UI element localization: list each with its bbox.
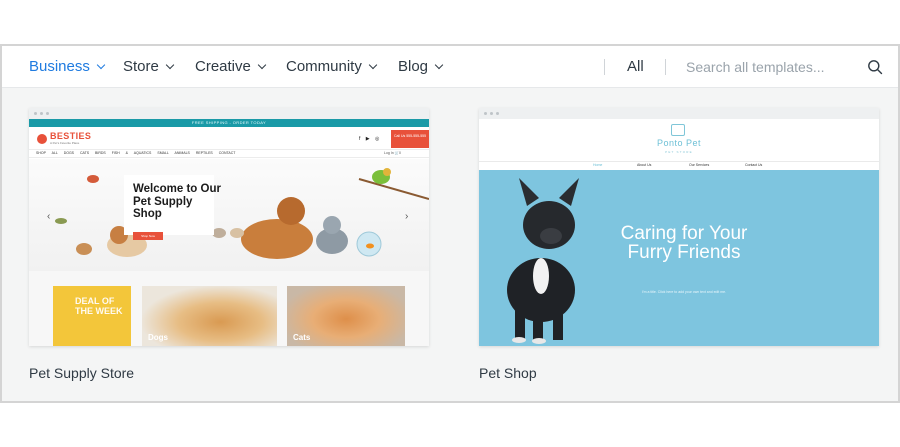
preview-logo: Ponto Pet	[656, 138, 702, 148]
nav-item-label: Community	[286, 58, 362, 75]
preview-hero: Caring for Your Furry Friends I'm a titl…	[479, 170, 879, 346]
hero-subtitle: I'm a title. Click here to add your own …	[641, 290, 727, 294]
tile-label: Dogs	[148, 333, 168, 342]
nav-item-blog[interactable]: Blog	[398, 58, 444, 75]
call-button: Call Us 555-555-555	[391, 130, 429, 148]
pets-illustration	[55, 168, 429, 259]
preview-hero: Welcome to Our Pet Supply Shop Shop Now …	[29, 159, 429, 271]
social-icons: f ▶ ◎	[359, 136, 382, 142]
nav-item-community[interactable]: Community	[286, 58, 378, 75]
template-thumbnail[interactable]: FREE SHIPPING - ORDER TODAY BESTIES A Pe…	[29, 108, 429, 346]
nav-item-business[interactable]: Business	[29, 58, 106, 75]
preview-menu: SHOP ALL DOGS CATS BIRDS FISH & AQUATICS…	[29, 149, 429, 158]
cats-tile: Cats	[287, 286, 405, 346]
nav-item-label: Store	[123, 58, 159, 75]
paw-logo-icon	[37, 134, 47, 144]
preview-header: BESTIES A Pet's Favorite Place f ▶ ◎ Cal…	[29, 127, 429, 149]
template-title[interactable]: Pet Shop	[479, 365, 537, 381]
hero-heading: Welcome to Our Pet Supply Shop	[133, 183, 221, 220]
preview-header: Ponto Pet PET STORE	[479, 119, 879, 161]
preview-logo-sub: PET STORE	[665, 150, 693, 154]
shipping-banner: FREE SHIPPING - ORDER TODAY	[29, 119, 429, 127]
deal-text: DEAL OF THE WEEK	[75, 296, 123, 316]
chevron-right-icon: ›	[405, 211, 409, 222]
dogs-tile: Dogs	[142, 286, 277, 346]
chevron-down-icon	[96, 60, 106, 69]
preview-category-tiles: DEAL OF THE WEEK Dogs Cats	[29, 271, 429, 346]
preview-menu-item: About Us	[637, 163, 652, 167]
filter-all[interactable]: All	[627, 58, 644, 75]
tile-label: Cats	[293, 333, 311, 342]
chevron-left-icon: ‹	[47, 211, 51, 222]
preview-menu-item: Contact Us	[745, 163, 763, 167]
preview-logo-tagline: A Pet's Favorite Place	[50, 141, 80, 145]
search-icon[interactable]	[867, 59, 883, 75]
preview-login: Log In 🛒0	[384, 151, 402, 155]
nav-item-label: Blog	[398, 58, 429, 75]
divider	[604, 59, 605, 75]
template-title[interactable]: Pet Supply Store	[29, 365, 134, 381]
chevron-down-icon	[434, 60, 444, 69]
nav-item-label: Business	[29, 58, 90, 75]
hero-heading: Caring for Your Furry Friends	[620, 223, 748, 263]
chevron-down-icon	[368, 60, 378, 69]
nav-item-creative[interactable]: Creative	[195, 58, 267, 75]
deal-tile	[53, 286, 131, 346]
nav-item-label: Creative	[195, 58, 251, 75]
category-nav: Business Store Creative Community Blog A…	[2, 46, 898, 88]
nav-item-store[interactable]: Store	[123, 58, 175, 75]
preview-menu-item: Home	[593, 163, 603, 167]
browser-bar	[29, 108, 429, 119]
preview-menu-items: SHOP ALL DOGS CATS BIRDS FISH & AQUATICS…	[36, 151, 236, 155]
cat-logo-icon	[671, 124, 685, 136]
preview-menu: Home About Us Our Services Contact Us	[479, 161, 879, 170]
preview-menu-item: Our Services	[689, 163, 710, 167]
chevron-down-icon	[165, 60, 175, 69]
chevron-down-icon	[257, 60, 267, 69]
divider	[665, 59, 666, 75]
template-gallery: Business Store Creative Community Blog A…	[0, 44, 900, 403]
preview-logo: BESTIES	[50, 131, 92, 141]
template-thumbnail[interactable]: Ponto Pet PET STORE Home About Us Our Se…	[479, 108, 879, 346]
browser-bar	[479, 108, 879, 119]
hero-button: Shop Now	[133, 232, 163, 240]
search-input[interactable]	[686, 55, 856, 79]
